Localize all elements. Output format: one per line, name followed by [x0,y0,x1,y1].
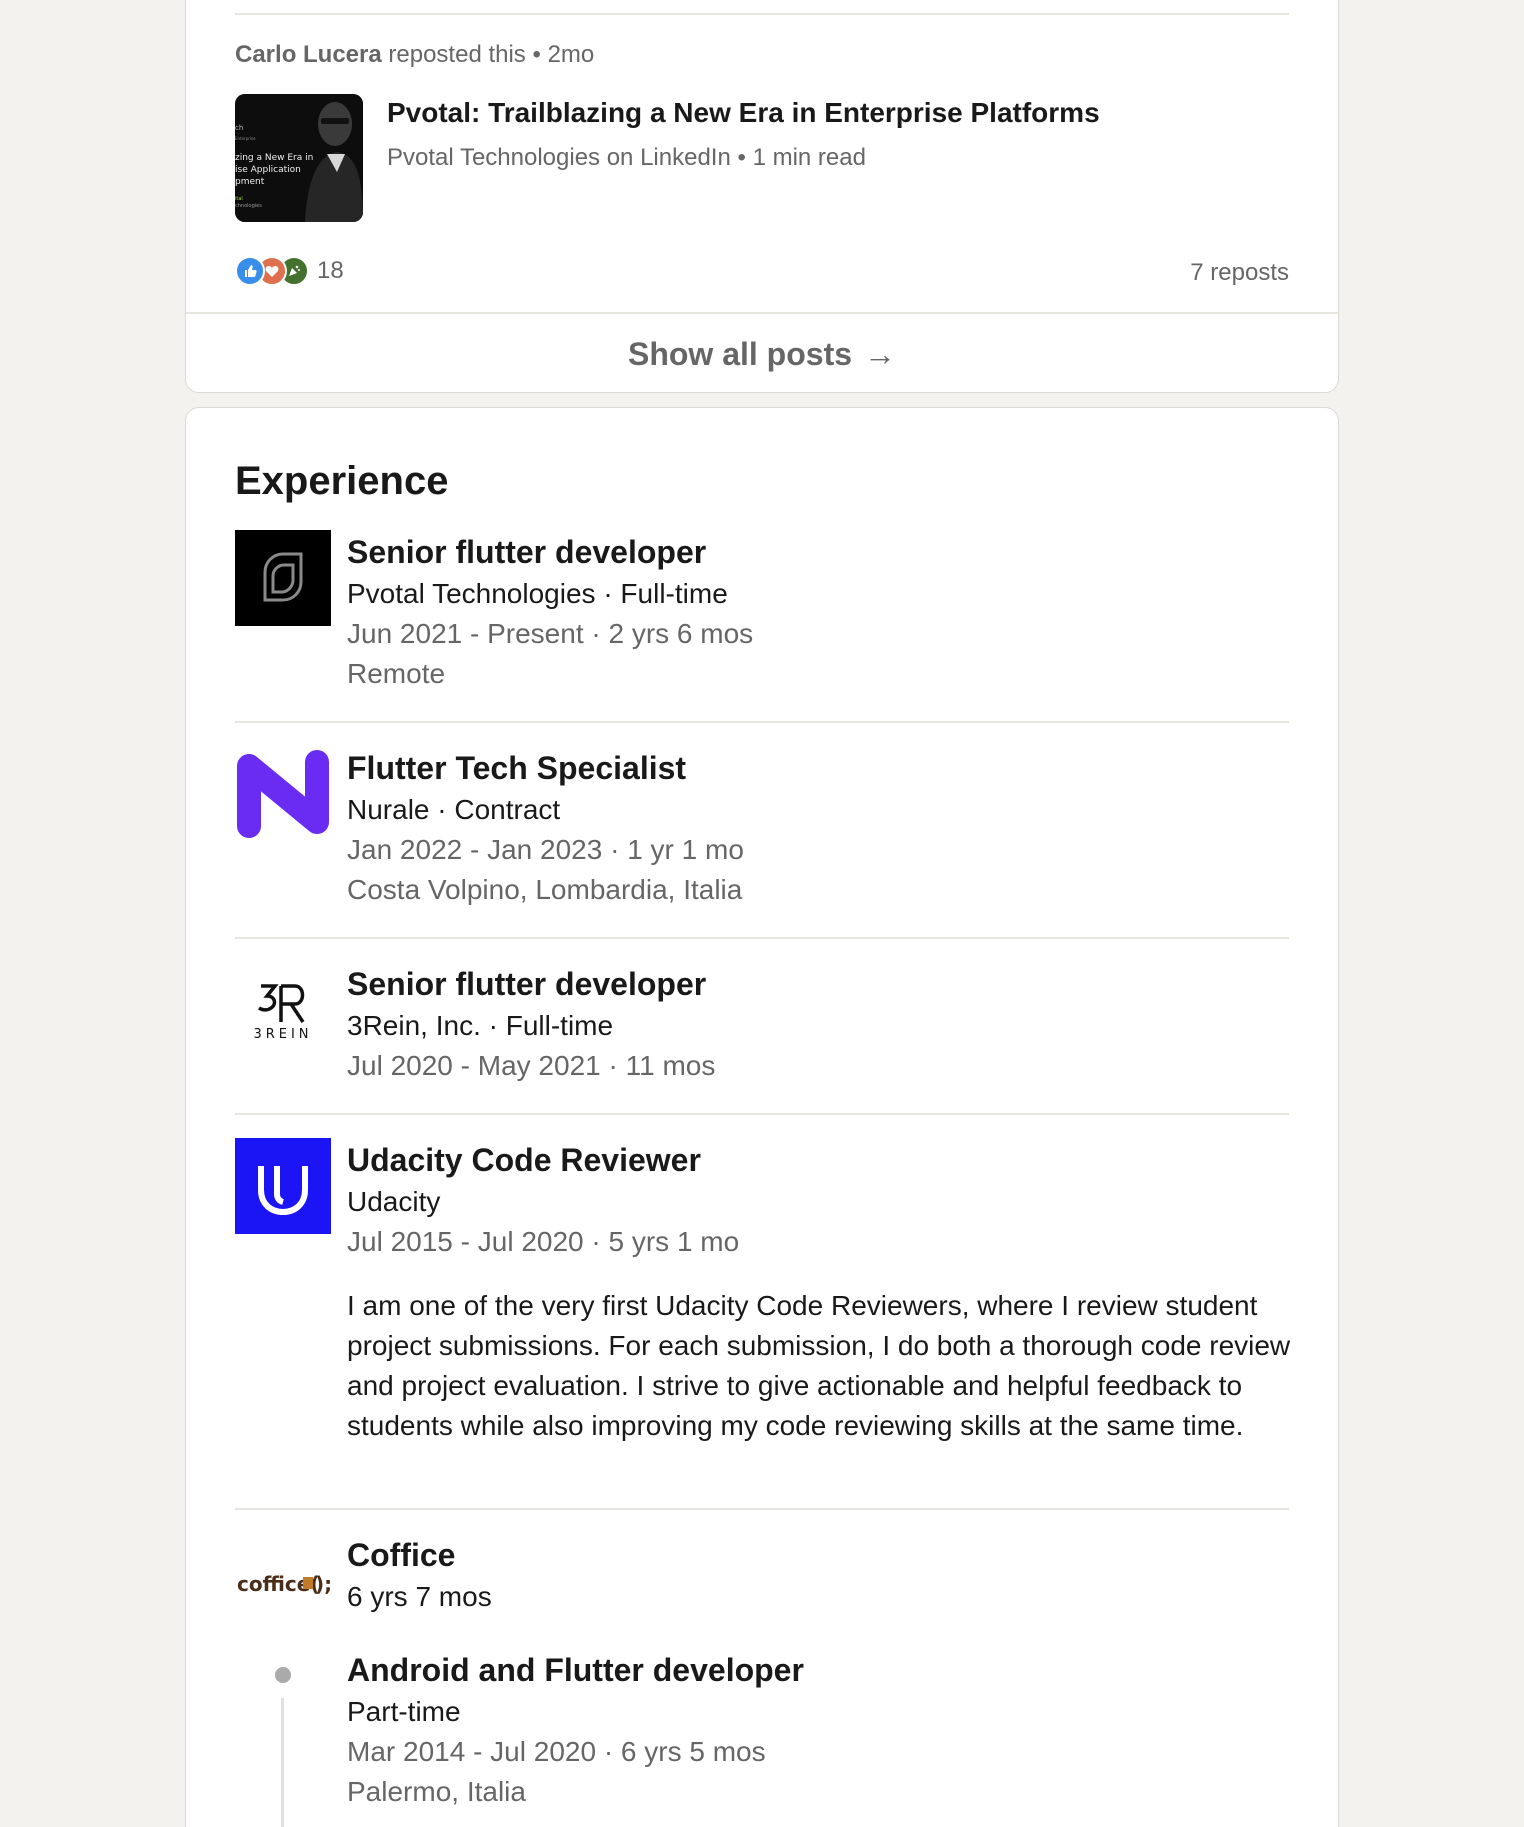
job-dates: Jul 2015 - Jul 2020 · 5 yrs 1 mo [347,1226,740,1257]
post-title[interactable]: Pvotal: Trailblazing a New Era in Enterp… [387,97,1100,129]
job-title: Android and Flutter developer [347,1652,804,1688]
job-description: I am one of the very first Udacity Code … [347,1290,1291,1441]
job-title: Flutter Tech Specialist [347,750,687,786]
employment-type: Part-time [347,1696,461,1727]
like-reaction-icon [235,256,265,286]
reaction-count: 18 [317,257,344,284]
svg-text:Enterprise: Enterprise [235,136,256,141]
timeline-dot [275,1667,291,1683]
divider [235,937,1289,939]
company-name: 3Rein, Inc. · Full-time [347,1010,614,1041]
pvotal-logo[interactable] [235,530,331,626]
arrow-right-icon: → [864,335,897,372]
reposts-count[interactable]: 7 reposts [1190,259,1289,287]
company-name: Nurale · Contract [347,794,561,825]
svg-text:ital: ital [235,196,243,202]
timeline-line [281,1698,284,1827]
company-duration: 6 yrs 7 mos [347,1581,492,1612]
job-location: Remote [347,658,446,689]
divider [235,1113,1289,1115]
repost-time: 2mo [547,41,595,68]
job-location: Costa Volpino, Lombardia, Italia [347,874,743,905]
svg-text:chnologies: chnologies [235,203,262,209]
svg-text:);: ); [315,1572,331,1596]
svg-text:zing a New Era in: zing a New Era in [235,153,313,163]
job-dates: Mar 2014 - Jul 2020 · 6 yrs 5 mos [347,1736,766,1767]
experience-heading: Experience [235,459,449,503]
post-thumbnail-image: ch Enterprise zing a New Era in ise Appl… [235,94,363,222]
reactions[interactable]: 18 [235,255,344,287]
job-dates: Jul 2020 - May 2021 · 11 mos [347,1050,716,1081]
svg-text:3REIN: 3REIN [253,1027,312,1042]
company-name: Pvotal Technologies · Full-time [347,578,728,609]
3rein-logo[interactable]: 3REIN [235,962,331,1058]
post-thumbnail[interactable]: ch Enterprise zing a New Era in ise Appl… [235,94,363,222]
svg-text:ise Application: ise Application [235,165,301,175]
post-source-name: Pvotal Technologies on LinkedIn [387,144,731,171]
udacity-logo[interactable] [235,1138,331,1234]
divider [235,13,1289,15]
job-dates: Jun 2021 - Present · 2 yrs 6 mos [347,618,754,649]
company-name: Udacity [347,1186,441,1217]
job-title: Senior flutter developer [347,534,707,570]
show-all-posts-label: Show all posts [627,335,853,372]
experience-card: Experience Senior flutter developer Pvot… [185,407,1339,1827]
repost-line: Carlo Lucera reposted this • 2mo [235,41,595,68]
job-title: Senior flutter developer [347,966,707,1002]
job-title: Udacity Code Reviewer [347,1142,701,1178]
show-all-posts-button[interactable]: Show all posts → [186,314,1338,394]
company-title: Coffice [347,1537,456,1573]
repost-action: reposted this [388,41,526,68]
divider [235,1508,1289,1510]
post-read-time: 1 min read [752,144,866,171]
job-dates: Jan 2022 - Jan 2023 · 1 yr 1 mo [347,834,744,865]
divider [235,721,1289,723]
coffice-logo[interactable]: coffice( ); [235,1533,331,1629]
post-source: Pvotal Technologies on LinkedIn • 1 min … [387,144,866,171]
nurale-logo[interactable] [235,746,331,842]
svg-text:pment: pment [235,177,265,187]
svg-text:ch: ch [235,124,243,132]
job-location: Palermo, Italia [347,1776,526,1807]
repost-author[interactable]: Carlo Lucera [235,41,382,68]
activity-card: Carlo Lucera reposted this • 2mo ch Ente… [185,0,1339,393]
